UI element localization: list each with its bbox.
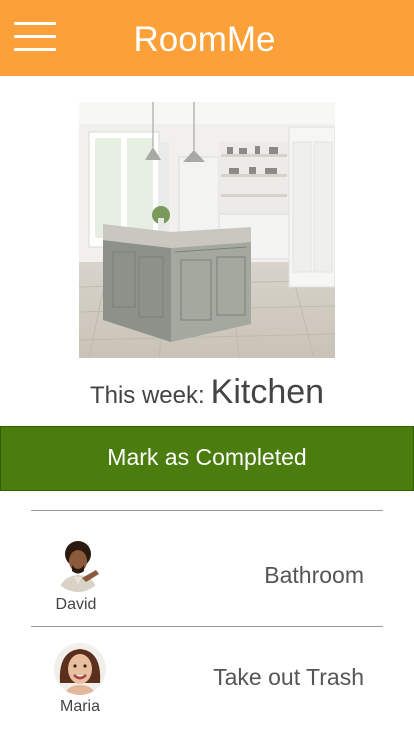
app-header: RoomMe (0, 0, 414, 76)
this-week-label: This week: (89, 382, 205, 409)
avatar-maria (54, 643, 106, 695)
kitchen-photo (79, 102, 335, 358)
divider (31, 510, 383, 511)
person-avatar-icon (54, 643, 106, 695)
app-title: RoomMe (133, 20, 276, 59)
chore-label: Take out Trash (213, 664, 364, 690)
this-week-line: This week: Kitchen (0, 373, 414, 419)
divider (31, 626, 383, 627)
kitchen-illustration (79, 102, 335, 358)
roommate-name: Maria (59, 698, 100, 715)
assigned-room: Kitchen (210, 373, 325, 411)
mark-completed-button[interactable]: Mark as Completed (0, 426, 414, 491)
roommate-name: David (55, 596, 97, 613)
avatar-david (52, 540, 104, 592)
person-avatar-icon (52, 540, 104, 592)
chore-label: Bathroom (264, 562, 364, 588)
